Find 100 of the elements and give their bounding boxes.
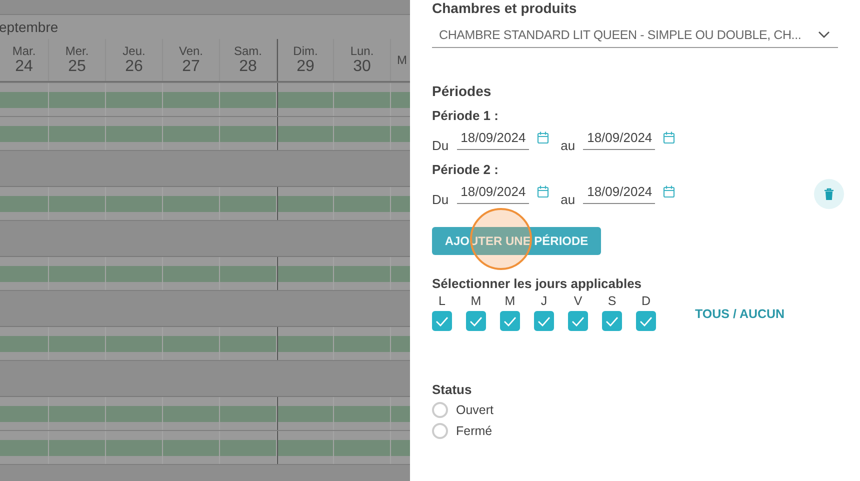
to-label: au	[560, 138, 576, 152]
trash-icon	[823, 188, 835, 200]
availability-bar	[163, 196, 219, 212]
check-icon	[503, 316, 517, 326]
availability-bar	[106, 266, 162, 282]
availability-bar	[49, 196, 105, 212]
check-icon	[435, 316, 449, 326]
weekday-label: Mer.	[65, 44, 89, 58]
availability-bar	[163, 440, 219, 456]
delete-button[interactable]	[814, 179, 844, 209]
day-checkbox[interactable]	[568, 311, 588, 331]
availability-bar	[220, 266, 276, 282]
period-label: Période 1 :	[432, 108, 500, 123]
date-label: 28	[239, 58, 257, 76]
availability-bar	[163, 126, 219, 142]
availability-bar	[49, 336, 105, 352]
from-label: Du	[432, 192, 449, 206]
day-letter: V	[572, 294, 584, 308]
calendar-icon[interactable]	[536, 130, 549, 144]
availability-bar	[106, 92, 162, 108]
availability-bar	[49, 126, 105, 142]
weekday-label: Mar.	[12, 44, 36, 58]
room-select[interactable]: CHAMBRE STANDARD LIT QUEEN - SIMPLE OU DOUBLE, CH...	[432, 22, 838, 48]
date-label: 29	[296, 58, 314, 76]
section-title: Périodes	[432, 83, 492, 99]
availability-bar	[220, 196, 276, 212]
availability-bar	[163, 336, 219, 352]
calendar-icon[interactable]	[536, 184, 549, 198]
availability-bar	[49, 266, 105, 282]
day-checkbox[interactable]	[636, 311, 656, 331]
availability-bar	[0, 126, 48, 142]
day-letter: D	[640, 294, 652, 308]
date-field[interactable]: 18/09/2024	[456, 130, 529, 150]
availability-bar	[278, 126, 333, 142]
weekday-label: Jeu.	[122, 44, 146, 58]
availability-bar	[220, 92, 276, 108]
availability-bar	[163, 266, 219, 282]
availability-bar	[278, 266, 333, 282]
availability-bar	[278, 196, 333, 212]
date-label: 24	[15, 58, 33, 76]
availability-bar	[220, 336, 276, 352]
chevron-icon	[818, 30, 830, 38]
availability-bar	[163, 92, 219, 108]
availability-bar	[278, 440, 333, 456]
availability-bar	[106, 126, 162, 142]
weekday-label: Ven.	[178, 44, 204, 58]
availability-bar	[0, 406, 48, 422]
radio-label: Ouvert	[456, 403, 494, 417]
availability-bar	[0, 440, 48, 456]
availability-bar	[49, 406, 105, 422]
check-icon	[639, 316, 653, 326]
availability-bar	[163, 406, 219, 422]
check-icon	[537, 316, 551, 326]
day-letter: M	[504, 294, 516, 308]
availability-bar	[220, 126, 276, 142]
from-label: Du	[432, 138, 449, 152]
date-field[interactable]: 18/09/2024	[456, 184, 529, 204]
radio-label: Fermé	[456, 424, 492, 438]
availability-bar	[0, 336, 48, 352]
calendar-icon[interactable]	[663, 184, 676, 198]
availability-bar	[106, 406, 162, 422]
weekday-label: M	[397, 53, 407, 67]
availability-bar	[49, 92, 105, 108]
availability-bar	[0, 92, 48, 108]
day-checkbox[interactable]	[534, 311, 554, 331]
availability-bar	[0, 196, 48, 212]
availability-bar	[106, 440, 162, 456]
day-checkbox[interactable]	[466, 311, 486, 331]
weekday-label: Dim.	[293, 44, 318, 58]
availability-bar	[106, 336, 162, 352]
availability-bar	[49, 440, 105, 456]
to-label: au	[560, 192, 576, 206]
radio-button[interactable]	[432, 423, 448, 439]
check-icon	[469, 316, 483, 326]
availability-bar	[220, 440, 276, 456]
calendar-icon[interactable]	[663, 130, 676, 144]
availability-bar	[220, 406, 276, 422]
weekday-label: Lun.	[350, 44, 374, 58]
day-letter: S	[606, 294, 618, 308]
day-checkbox[interactable]	[602, 311, 622, 331]
day-letter: L	[438, 294, 446, 308]
period-label: Période 2 :	[432, 162, 500, 177]
check-icon	[605, 316, 619, 326]
weekday-label: Sam.	[234, 44, 262, 58]
availability-bar	[278, 92, 333, 108]
day-checkbox[interactable]	[432, 311, 452, 331]
day-letter: J	[540, 294, 548, 308]
check-icon	[571, 316, 585, 326]
date-field[interactable]: 18/09/2024	[583, 184, 656, 204]
date-label: 25	[68, 58, 86, 76]
radio-button[interactable]	[432, 402, 448, 418]
section-title: Sélectionner les jours applicables	[432, 276, 643, 291]
availability-bar	[106, 196, 162, 212]
date-label: 27	[182, 58, 200, 76]
availability-bar	[278, 406, 333, 422]
section-title: Chambres et produits	[432, 0, 578, 16]
date-label: 26	[125, 58, 143, 76]
day-letter: M	[470, 294, 482, 308]
day-checkbox[interactable]	[500, 311, 520, 331]
date-field[interactable]: 18/09/2024	[583, 130, 656, 150]
